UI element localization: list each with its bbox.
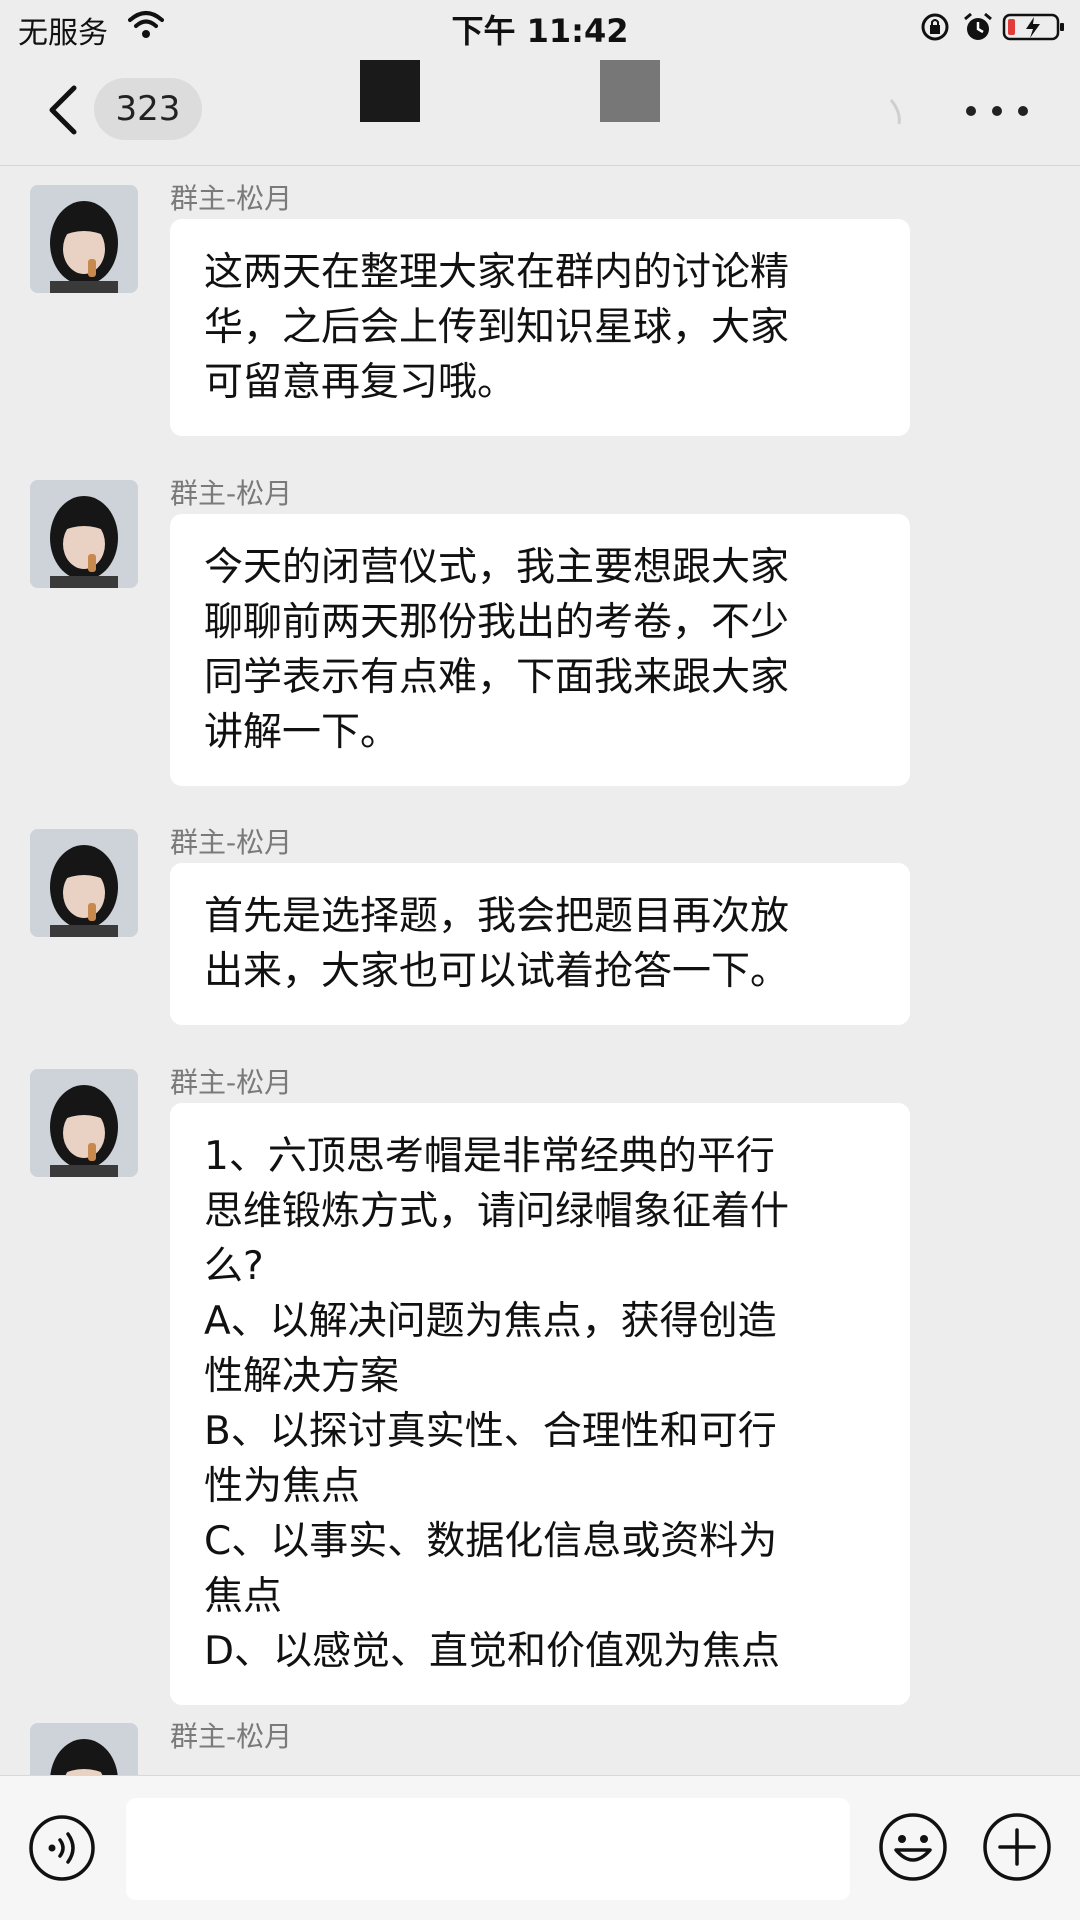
avatar[interactable] bbox=[30, 1069, 138, 1177]
message-bubble[interactable]: 今天的闭营仪式，我主要想跟大家 聊聊前两天那份我出的考卷，不少 同学表示有点难，… bbox=[170, 514, 910, 786]
message-item: 群主-松月 bbox=[0, 1705, 1080, 1775]
message-item: 群主-松月 今天的闭营仪式，我主要想跟大家 聊聊前两天那份我出的考卷，不少 同学… bbox=[0, 462, 1080, 802]
sender-name: 群主-松月 bbox=[170, 826, 293, 859]
battery-charging-icon bbox=[1002, 13, 1064, 41]
chat-screen: 无服务 下午 11:42 323 群主-松月 这两天在整理大家在群内的讨论精 华… bbox=[0, 0, 1080, 1920]
message-bubble[interactable]: 这两天在整理大家在群内的讨论精 华，之后会上传到知识星球，大家 可留意再复习哦。 bbox=[170, 219, 910, 436]
clock: 下午 11:42 bbox=[451, 12, 629, 50]
plus-icon[interactable] bbox=[982, 1812, 1052, 1882]
more-dots-icon[interactable] bbox=[966, 94, 1028, 126]
avatar-image bbox=[30, 1069, 138, 1177]
sender-name: 群主-松月 bbox=[170, 477, 293, 510]
back-chevron-icon[interactable] bbox=[44, 84, 84, 136]
message-item: 群主-松月 1、六顶思考帽是非常经典的平行 思维锻炼方式，请问绿帽象征着什 么?… bbox=[0, 1051, 1080, 1705]
avatar[interactable] bbox=[30, 185, 138, 293]
message-item: 群主-松月 首先是选择题，我会把题目再次放 出来，大家也可以试着抢答一下。 bbox=[0, 811, 1080, 1041]
message-input[interactable] bbox=[126, 1798, 850, 1900]
emoji-icon[interactable] bbox=[878, 1812, 948, 1882]
status-bar: 无服务 下午 11:42 bbox=[0, 0, 1080, 56]
sender-name: 群主-松月 bbox=[170, 182, 293, 215]
avatar-image bbox=[30, 480, 138, 588]
sender-name: 群主-松月 bbox=[170, 1066, 293, 1099]
avatar[interactable] bbox=[30, 1723, 138, 1775]
input-bar bbox=[0, 1775, 1080, 1920]
redacted-title-block bbox=[600, 60, 660, 122]
sender-name: 群主-松月 bbox=[170, 1720, 293, 1753]
chat-header: 323 bbox=[0, 56, 1080, 166]
avatar-image bbox=[30, 1723, 138, 1775]
redacted-title-block bbox=[360, 60, 420, 122]
avatar-image bbox=[30, 829, 138, 937]
rotation-lock-icon bbox=[921, 13, 949, 41]
unread-count-badge[interactable]: 323 bbox=[94, 78, 202, 140]
voice-icon[interactable] bbox=[28, 1814, 96, 1882]
message-list[interactable]: 群主-松月 这两天在整理大家在群内的讨论精 华，之后会上传到知识星球，大家 可留… bbox=[0, 167, 1080, 1775]
avatar[interactable] bbox=[30, 480, 138, 588]
alarm-icon bbox=[964, 12, 992, 40]
avatar[interactable] bbox=[30, 829, 138, 937]
avatar-image bbox=[30, 185, 138, 293]
faint-mark bbox=[889, 99, 901, 125]
message-bubble[interactable]: 1、六顶思考帽是非常经典的平行 思维锻炼方式，请问绿帽象征着什 么? A、以解决… bbox=[170, 1103, 910, 1705]
message-bubble[interactable]: 首先是选择题，我会把题目再次放 出来，大家也可以试着抢答一下。 bbox=[170, 863, 910, 1025]
message-item: 群主-松月 这两天在整理大家在群内的讨论精 华，之后会上传到知识星球，大家 可留… bbox=[0, 167, 1080, 452]
